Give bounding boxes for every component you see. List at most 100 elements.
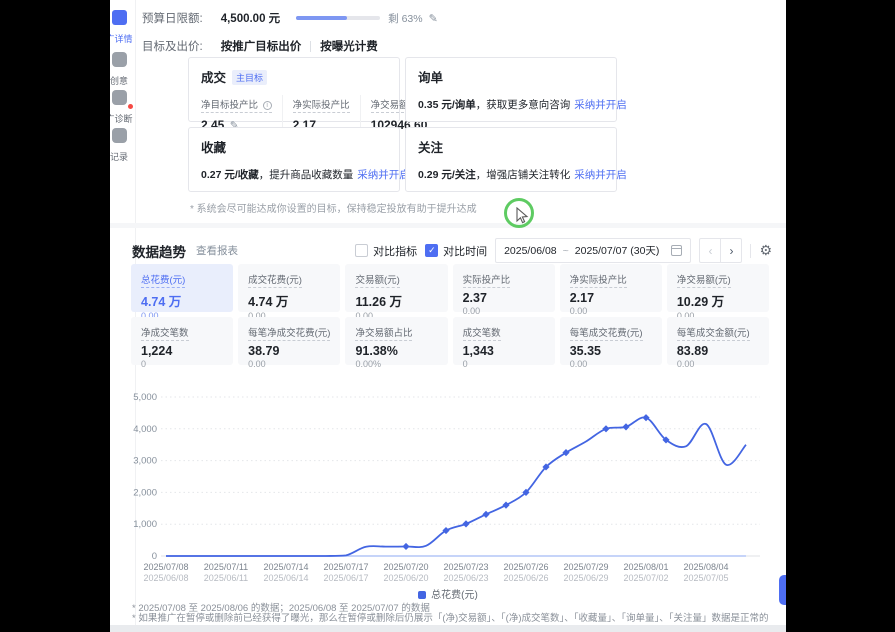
goal-card: 询单0.35 元/询单，获取更多意向咨询采纳并开启 (405, 57, 617, 122)
adopt-enable-link[interactable]: 采纳并开启 (357, 169, 410, 181)
section-divider (110, 223, 786, 228)
metric-card[interactable]: 交易额(元) 11.26 万 0.00 (345, 264, 447, 312)
history-icon (112, 128, 127, 143)
sidebar-item[interactable]: 记录 (110, 128, 136, 163)
metric-compare-value: 0 (463, 359, 545, 369)
info-icon[interactable]: i (263, 101, 272, 110)
goal-card-desc: 0.35 元/询单，获取更多意向咨询采纳并开启 (418, 97, 604, 112)
svg-text:2025/07/29: 2025/07/29 (563, 562, 608, 572)
metric-card[interactable]: 实际投产比 2.37 0.00 (453, 264, 555, 312)
sidebar-item[interactable]: 广诊断 (110, 90, 136, 125)
svg-text:2025/08/04: 2025/08/04 (683, 562, 728, 572)
view-report-link[interactable]: 查看报表 (196, 243, 238, 258)
metric-card[interactable]: 净交易额占比 91.38% 0.00% (345, 317, 447, 365)
svg-text:2025/06/29: 2025/06/29 (563, 573, 608, 583)
bid-option-by-impression[interactable]: 按曝光计费 (320, 38, 378, 54)
budget-row: 预算日限额: 4,500.00 元 剩 63% ✎ (142, 10, 438, 26)
metric-value: 83.89 (677, 344, 759, 358)
metric-label: 实际投产比 (463, 272, 511, 288)
edit-budget-icon[interactable]: ✎ (429, 12, 438, 25)
metric-label: 每笔净成交花费(元) (248, 325, 330, 341)
metric-label: 每笔成交金额(元) (677, 325, 750, 341)
trend-chart[interactable]: 01,0002,0003,0004,0005,0002025/07/082025… (124, 386, 774, 591)
bottom-strip (110, 625, 786, 632)
svg-text:2025/07/11: 2025/07/11 (204, 562, 248, 572)
metric-card[interactable]: 总花费(元) 4.74 万 0.00 (131, 264, 233, 312)
trend-header: 数据趋势 查看报表 对比指标 对比时间 2025/06/08 ~ 2025/07… (132, 238, 772, 263)
date-end: 2025/07/07 (30天) (575, 243, 660, 258)
sidebar-item[interactable]: 创意 (110, 52, 136, 87)
next-period-button[interactable]: › (720, 238, 742, 263)
adopt-enable-link[interactable]: 采纳并开启 (574, 169, 627, 181)
svg-text:2,000: 2,000 (133, 487, 157, 498)
metric-card[interactable]: 每笔净成交花费(元) 38.79 0.00 (238, 317, 340, 365)
svg-text:2025/08/01: 2025/08/01 (623, 562, 668, 572)
side-drawer-handle[interactable] (779, 575, 786, 605)
metric-value: 10.29 万 (677, 291, 759, 310)
date-start: 2025/06/08 (504, 245, 557, 257)
svg-text:1,000: 1,000 (133, 519, 157, 530)
svg-text:2025/06/14: 2025/06/14 (263, 573, 308, 583)
adopt-enable-link[interactable]: 采纳并开启 (574, 99, 627, 111)
metric-value: 91.38% (355, 344, 437, 358)
metric-compare-value: 0.00% (355, 359, 437, 369)
line-chart-svg: 01,0002,0003,0004,0005,0002025/07/082025… (124, 386, 774, 586)
compare-metric-label: 对比指标 (373, 243, 417, 259)
calendar-icon (671, 245, 682, 256)
metric-card[interactable]: 成交笔数 1,343 0 (453, 317, 555, 365)
legend-label: 总花费(元) (431, 590, 478, 601)
metric-label: 净实际投产比 (570, 272, 627, 288)
metric-compare-value: 0.00 (677, 359, 759, 369)
metric-card[interactable]: 净交易额(元) 10.29 万 0.00 (667, 264, 769, 312)
date-range-picker[interactable]: 2025/06/08 ~ 2025/07/07 (30天) (495, 238, 691, 263)
svg-text:0: 0 (152, 551, 157, 562)
goal-card-title: 收藏 (201, 137, 226, 156)
metric-compare-value: 0.00 (248, 359, 330, 369)
goal-card: 成交主目标 净目标投产比 i 2.45 ✎ 净实际投产比 2.17 净交易额(元… (188, 57, 400, 122)
metric-value: 1,224 (141, 344, 223, 358)
goal-card: 关注0.29 元/关注，增强店铺关注转化采纳并开启 (405, 127, 617, 192)
metric-card[interactable]: 净实际投产比 2.17 0.00 (560, 264, 662, 312)
compare-metric-checkbox[interactable] (355, 244, 368, 257)
goal-cards: 成交主目标 净目标投产比 i 2.45 ✎ 净实际投产比 2.17 净交易额(元… (188, 57, 616, 192)
metric-value: 4.74 万 (141, 291, 223, 310)
compare-time-checkbox[interactable] (425, 244, 438, 257)
metric-label: 成交花费(元) (248, 272, 302, 288)
svg-text:2025/07/23: 2025/07/23 (443, 562, 488, 572)
metric-label: 每笔成交花费(元) (570, 325, 643, 341)
budget-value: 4,500.00 元 (221, 10, 280, 26)
metric-label: 净成交笔数 (141, 325, 189, 341)
bidding-row: 目标及出价: 按推广目标出价 按曝光计费 (142, 38, 378, 54)
metric-card[interactable]: 每笔成交花费(元) 35.35 0.00 (560, 317, 662, 365)
metric-value: 11.26 万 (355, 291, 437, 310)
svg-text:2025/06/11: 2025/06/11 (204, 573, 248, 583)
metric-value: 35.35 (570, 344, 652, 358)
svg-text:2025/06/08: 2025/06/08 (143, 573, 188, 583)
goal-card: 收藏 0.27 元/收藏，提升商品收藏数量采纳并开启 (188, 127, 400, 192)
divider (310, 41, 311, 52)
metric-label: 净交易额(元) (677, 272, 731, 288)
svg-text:2025/07/08: 2025/07/08 (143, 562, 188, 572)
metric-label: 成交笔数 (463, 325, 501, 341)
goal-card-title: 成交 (201, 67, 226, 86)
metric-card[interactable]: 净成交笔数 1,224 0 (131, 317, 233, 365)
chart-legend[interactable]: 总花费(元) (110, 586, 786, 601)
svg-text:2025/07/05: 2025/07/05 (683, 573, 728, 583)
main-panel: 广详情创意广诊断记录 预算日限额: 4,500.00 元 剩 63% ✎ 目标及… (110, 0, 786, 632)
svg-text:2025/06/23: 2025/06/23 (443, 573, 488, 583)
metric-value: 4.74 万 (248, 291, 330, 310)
sidebar-item-label: 记录 (110, 150, 136, 163)
metric-compare-value: 0 (141, 359, 223, 369)
metric-card[interactable]: 成交花费(元) 4.74 万 0.00 (238, 264, 340, 312)
svg-text:4,000: 4,000 (133, 424, 157, 435)
metric-card[interactable]: 每笔成交金额(元) 83.89 0.00 (667, 317, 769, 365)
budget-slider[interactable] (296, 16, 380, 20)
svg-text:2025/07/17: 2025/07/17 (323, 562, 368, 572)
bid-option-by-goal[interactable]: 按推广目标出价 (221, 38, 302, 54)
goal-card-desc: 0.27 元/收藏，提升商品收藏数量采纳并开启 (201, 167, 387, 182)
gear-icon[interactable]: ⚙ (759, 242, 772, 259)
metric-value: 38.79 (248, 344, 330, 358)
prev-period-button[interactable]: ‹ (699, 238, 721, 263)
sidebar-item[interactable]: 广详情 (110, 10, 136, 45)
budget-label: 预算日限额: (142, 10, 203, 26)
